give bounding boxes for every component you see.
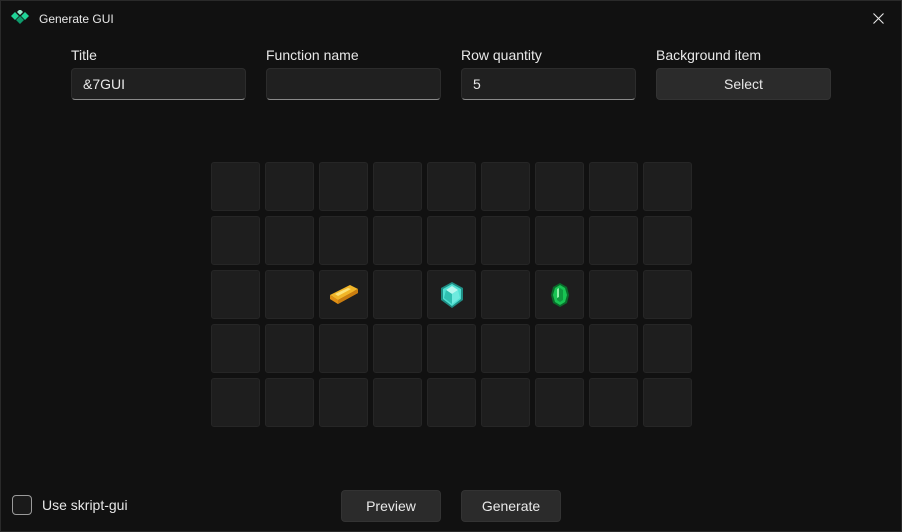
inventory-slot[interactable] bbox=[265, 270, 314, 319]
emerald-icon bbox=[550, 282, 569, 307]
row-quantity-field: Row quantity bbox=[461, 47, 637, 100]
diamond-icon bbox=[440, 281, 463, 308]
inventory-slot[interactable] bbox=[589, 270, 638, 319]
inventory-slot[interactable] bbox=[643, 216, 692, 265]
gold-ingot-icon bbox=[329, 284, 358, 304]
row-quantity-label: Row quantity bbox=[461, 47, 542, 63]
inventory-slot[interactable] bbox=[373, 216, 422, 265]
inventory-slot[interactable] bbox=[211, 162, 260, 211]
inventory-slot[interactable] bbox=[319, 270, 368, 319]
inventory-slot[interactable] bbox=[427, 162, 476, 211]
title-label: Title bbox=[71, 47, 97, 63]
inventory-slot[interactable] bbox=[481, 162, 530, 211]
close-icon bbox=[872, 12, 884, 24]
inventory-slot[interactable] bbox=[589, 378, 638, 427]
inventory-slot[interactable] bbox=[535, 216, 584, 265]
inventory-slot[interactable] bbox=[589, 162, 638, 211]
inventory-slot[interactable] bbox=[265, 162, 314, 211]
inventory-slot[interactable] bbox=[643, 162, 692, 211]
inventory-slot[interactable] bbox=[589, 324, 638, 373]
inventory-slot[interactable] bbox=[319, 216, 368, 265]
preview-button[interactable]: Preview bbox=[341, 490, 441, 522]
inventory-slot[interactable] bbox=[589, 216, 638, 265]
background-item-field: Background item Select bbox=[656, 47, 832, 100]
title-input[interactable] bbox=[71, 68, 246, 100]
function-name-field: Function name bbox=[266, 47, 442, 100]
inventory-slot[interactable] bbox=[481, 378, 530, 427]
window-title: Generate GUI bbox=[39, 12, 114, 26]
inventory-slot[interactable] bbox=[427, 324, 476, 373]
inventory-slot[interactable] bbox=[319, 378, 368, 427]
inventory-slot[interactable] bbox=[427, 378, 476, 427]
use-skript-gui-label: Use skript-gui bbox=[42, 497, 128, 513]
diamond-cluster-icon bbox=[11, 10, 29, 24]
generate-button[interactable]: Generate bbox=[461, 490, 561, 522]
generate-gui-window: Generate GUI Title Function name Row qua… bbox=[0, 0, 902, 532]
inventory-slot[interactable] bbox=[427, 270, 476, 319]
function-name-label: Function name bbox=[266, 47, 359, 63]
inventory-slot[interactable] bbox=[265, 216, 314, 265]
inventory-slot[interactable] bbox=[481, 324, 530, 373]
inventory-slot[interactable] bbox=[373, 270, 422, 319]
inventory-slot[interactable] bbox=[211, 216, 260, 265]
inventory-slot[interactable] bbox=[481, 216, 530, 265]
inventory-slot[interactable] bbox=[373, 324, 422, 373]
inventory-slot[interactable] bbox=[373, 162, 422, 211]
close-button[interactable] bbox=[855, 1, 901, 35]
row-quantity-input[interactable] bbox=[461, 68, 636, 100]
title-bar: Generate GUI bbox=[1, 1, 901, 35]
use-skript-gui-checkbox[interactable] bbox=[12, 495, 32, 515]
inventory-slot[interactable] bbox=[643, 270, 692, 319]
inventory-slot[interactable] bbox=[265, 378, 314, 427]
inventory-slot[interactable] bbox=[319, 324, 368, 373]
inventory-slot[interactable] bbox=[211, 270, 260, 319]
inventory-slot[interactable] bbox=[319, 162, 368, 211]
inventory-slot[interactable] bbox=[481, 270, 530, 319]
function-name-input[interactable] bbox=[266, 68, 441, 100]
inventory-slot[interactable] bbox=[211, 324, 260, 373]
inventory-slot[interactable] bbox=[211, 378, 260, 427]
inventory-slot[interactable] bbox=[265, 324, 314, 373]
inventory-slot[interactable] bbox=[535, 270, 584, 319]
inventory-slot[interactable] bbox=[535, 324, 584, 373]
inventory-slot[interactable] bbox=[427, 216, 476, 265]
inventory-grid bbox=[211, 162, 692, 427]
inventory-slot[interactable] bbox=[535, 378, 584, 427]
inventory-slot[interactable] bbox=[535, 162, 584, 211]
use-skript-gui-option[interactable]: Use skript-gui bbox=[12, 495, 128, 515]
background-item-label: Background item bbox=[656, 47, 762, 63]
inventory-slot[interactable] bbox=[643, 324, 692, 373]
title-field: Title bbox=[71, 47, 247, 100]
background-select-button[interactable]: Select bbox=[656, 68, 831, 100]
inventory-slot[interactable] bbox=[373, 378, 422, 427]
inventory-slot[interactable] bbox=[643, 378, 692, 427]
